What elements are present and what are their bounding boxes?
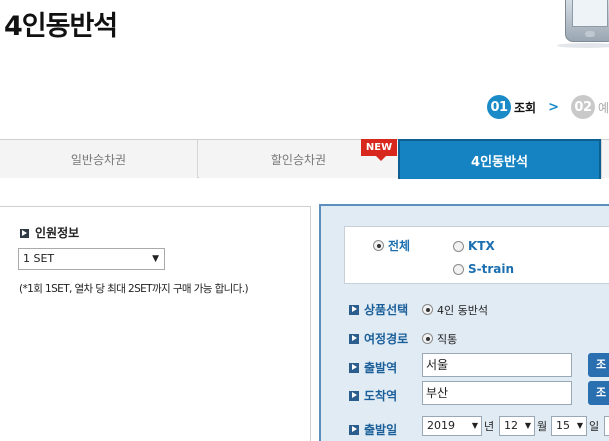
tab-more[interactable]: [601, 140, 609, 178]
departure-label: 출발역: [364, 361, 398, 375]
bullet-arrow-icon: [349, 333, 359, 344]
dropdown-arrow-icon: ▼: [152, 254, 159, 264]
new-badge: NEW: [361, 139, 397, 161]
radio-checked-icon[interactable]: [422, 304, 433, 315]
step-indicator: 01 조회 > 02 예: [487, 95, 609, 119]
bullet-arrow-icon: [349, 304, 359, 315]
product-label: 상품선택: [364, 303, 409, 317]
dropdown-arrow-icon: ▼: [576, 421, 583, 430]
tab-family-seat[interactable]: 4인동반석: [398, 139, 601, 179]
arrival-row: 도착역: [349, 387, 422, 404]
month-value: 12: [504, 419, 518, 432]
step-1-label: 조회: [513, 100, 537, 115]
year-unit: 년: [484, 420, 495, 433]
month-select[interactable]: 12 ▼: [499, 416, 535, 436]
day-unit: 일: [589, 420, 600, 433]
search-panel: 전체 KTX S-train 상품선택 4인 동반석 여정경로 직통 출발역 서…: [319, 204, 609, 441]
product-row: 상품선택 4인 동반석: [349, 301, 488, 318]
hour-select[interactable]: [604, 416, 609, 436]
train-type-strain-label: S-train: [468, 262, 515, 276]
dropdown-arrow-icon: ▼: [524, 421, 531, 430]
day-select[interactable]: 15 ▼: [551, 416, 587, 436]
train-type-ktx[interactable]: KTX: [453, 239, 495, 253]
bullet-arrow-icon: [349, 424, 359, 435]
arrival-label: 도착역: [364, 389, 398, 403]
route-option-label: 직통: [437, 332, 458, 346]
departure-row: 출발역: [349, 359, 422, 376]
set-count-value: 1 SET: [23, 252, 55, 265]
chevron-right-icon: >: [548, 99, 559, 115]
page: 4인동반석 01 조회 > 02 예 일반승차권 할인승차권 4인동반석 NEW…: [0, 0, 609, 441]
departure-lookup-button[interactable]: 조: [588, 353, 609, 377]
arrival-station-input[interactable]: 부산: [422, 381, 572, 405]
dropdown-arrow-icon: ▼: [471, 421, 478, 430]
radio-icon[interactable]: [453, 240, 464, 252]
bullet-arrow-icon: [20, 229, 29, 238]
radio-checked-icon[interactable]: [373, 240, 384, 251]
arrival-lookup-button[interactable]: 조: [588, 381, 609, 405]
radio-checked-icon[interactable]: [422, 333, 433, 344]
train-type-box: 전체 KTX S-train: [344, 226, 609, 284]
radio-icon[interactable]: [453, 263, 464, 275]
date-row: 출발일: [349, 421, 422, 438]
route-label: 여정경로: [364, 332, 409, 346]
person-info-label: 인원정보: [35, 226, 80, 240]
route-option[interactable]: 직통: [422, 331, 457, 347]
step-1-number: 01: [487, 95, 511, 119]
train-type-all-label: 전체: [388, 239, 411, 253]
set-count-select[interactable]: 1 SET ▼: [18, 248, 165, 270]
person-info-heading: 인원정보: [20, 224, 79, 241]
tab-general-ticket[interactable]: 일반승차권: [0, 140, 198, 178]
departure-station-input[interactable]: 서울: [422, 353, 572, 377]
person-info-panel: 인원정보 1 SET ▼ (*1회 1SET, 열차 당 최대 2SET까지 구…: [0, 206, 311, 441]
route-row: 여정경로 직통: [349, 330, 457, 347]
bullet-arrow-icon: [349, 390, 359, 401]
train-type-strain[interactable]: S-train: [453, 262, 514, 276]
step-2-label: 예: [597, 100, 609, 115]
train-type-ktx-label: KTX: [468, 239, 495, 253]
phone-illustration-icon: [557, 0, 609, 48]
date-label: 출발일: [364, 423, 398, 437]
day-value: 15: [556, 419, 570, 432]
page-title: 4인동반석: [4, 11, 118, 42]
bullet-arrow-icon: [349, 362, 359, 373]
year-select[interactable]: 2019 ▼: [422, 416, 482, 436]
product-option-label: 4인 동반석: [437, 303, 488, 317]
year-value: 2019: [427, 419, 455, 432]
purchase-limit-note: (*1회 1SET, 열차 당 최대 2SET까지 구매 가능 합니다.): [19, 283, 249, 295]
product-option[interactable]: 4인 동반석: [422, 302, 488, 318]
step-2-number: 02: [570, 95, 595, 119]
ticket-tabs: 일반승차권 할인승차권 4인동반석: [0, 139, 609, 179]
month-unit: 월: [537, 420, 548, 433]
train-type-all[interactable]: 전체: [373, 237, 410, 254]
